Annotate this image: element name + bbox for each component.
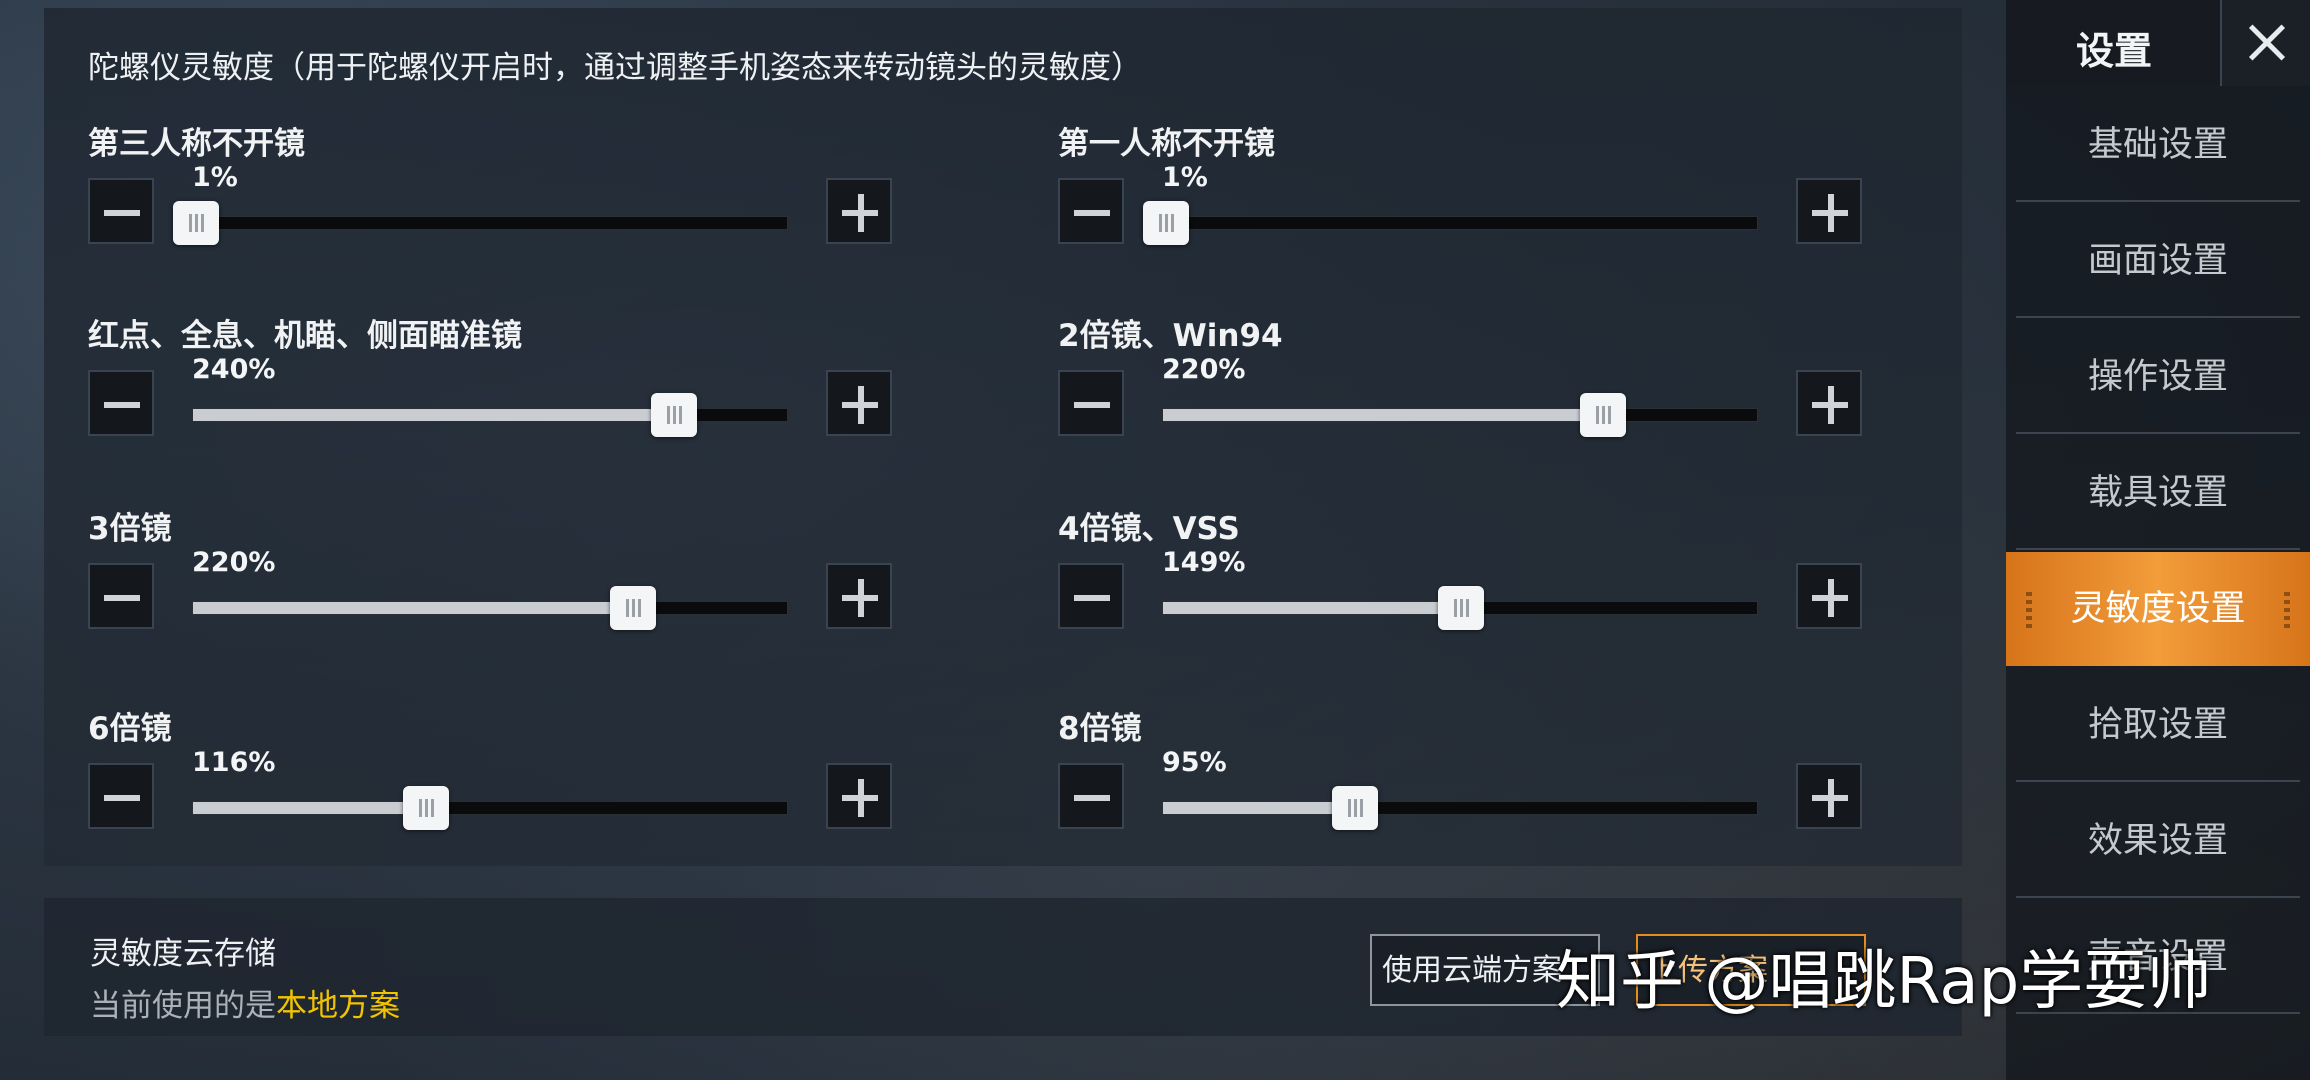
- slider-track[interactable]: [192, 393, 788, 437]
- slider-track[interactable]: [1162, 786, 1758, 830]
- slider-track[interactable]: [1162, 393, 1758, 437]
- decrease-button[interactable]: [1058, 178, 1124, 244]
- slider-track[interactable]: [172, 201, 788, 245]
- decrease-button[interactable]: [1058, 370, 1124, 436]
- slider-track[interactable]: [1142, 201, 1758, 245]
- increase-button[interactable]: [1796, 178, 1862, 244]
- slider-row: 6倍镜 116%: [88, 703, 948, 863]
- sidebar-item-basic[interactable]: 基础设置: [2016, 88, 2300, 202]
- sidebar-item-controls[interactable]: 操作设置: [2016, 320, 2300, 434]
- decrease-button[interactable]: [1058, 763, 1124, 829]
- slider-value: 95%: [1162, 747, 1227, 778]
- sidebar-title: 设置: [2076, 29, 2153, 73]
- close-icon[interactable]: [2220, 0, 2310, 86]
- sidebar-item-vehicle[interactable]: 载具设置: [2016, 436, 2300, 550]
- sidebar-header: 设置: [2006, 0, 2310, 86]
- slider-track[interactable]: [192, 586, 788, 630]
- increase-button[interactable]: [826, 178, 892, 244]
- slider-thumb[interactable]: [1438, 586, 1484, 630]
- current-plan: 本地方案: [276, 988, 400, 1024]
- slider-label: 第一人称不开镜: [1058, 126, 1275, 162]
- increase-button[interactable]: [826, 563, 892, 629]
- slider-thumb[interactable]: [1579, 393, 1626, 437]
- increase-button[interactable]: [1796, 370, 1862, 436]
- slider-fill: [1163, 602, 1461, 614]
- slider-thumb[interactable]: [1142, 201, 1189, 245]
- slider-fill: [193, 409, 674, 421]
- slider-fill: [1163, 409, 1603, 421]
- decrease-button[interactable]: [88, 763, 154, 829]
- cloud-status: 当前使用的是本地方案: [90, 980, 400, 1025]
- slider-label: 2倍镜、Win94: [1058, 318, 1283, 354]
- cloud-status-prefix: 当前使用的是: [90, 988, 276, 1024]
- slider-row: 8倍镜 95%: [1058, 703, 1918, 863]
- panel-title: 陀螺仪灵敏度（用于陀螺仪开启时，通过调整手机姿态来转动镜头的灵敏度）: [88, 50, 1142, 86]
- slider-fill: [1163, 802, 1355, 814]
- slider-row: 第三人称不开镜 1%: [88, 118, 948, 278]
- sidebar-item-graphics[interactable]: 画面设置: [2016, 204, 2300, 318]
- slider-track[interactable]: [192, 786, 788, 830]
- slider-label: 8倍镜: [1058, 711, 1142, 747]
- sidebar-item-effects[interactable]: 效果设置: [2016, 784, 2300, 898]
- slider-value: 116%: [192, 747, 276, 778]
- slider-label: 4倍镜、VSS: [1058, 511, 1240, 547]
- decrease-button[interactable]: [88, 178, 154, 244]
- increase-button[interactable]: [1796, 763, 1862, 829]
- slider-row: 第一人称不开镜 1%: [1058, 118, 1918, 278]
- decrease-button[interactable]: [88, 563, 154, 629]
- slider-track[interactable]: [1162, 586, 1758, 630]
- watermark: 知乎 @唱跳Rap学耍帅: [1556, 945, 2212, 1019]
- sidebar-item-pickup[interactable]: 拾取设置: [2016, 668, 2300, 782]
- slider-label: 第三人称不开镜: [88, 126, 305, 162]
- settings-sidebar: 设置 基础设置 画面设置 操作设置 载具设置 灵敏度设置 拾取设置 效果设置 声…: [2006, 0, 2310, 1080]
- slider-value: 240%: [192, 354, 276, 385]
- slider-row: 4倍镜、VSS 149%: [1058, 503, 1918, 663]
- slider-value: 220%: [1162, 354, 1246, 385]
- slider-thumb[interactable]: [650, 393, 697, 437]
- gyro-sensitivity-panel: 陀螺仪灵敏度（用于陀螺仪开启时，通过调整手机姿态来转动镜头的灵敏度） 第三人称不…: [44, 8, 1962, 866]
- slider-value: 1%: [192, 162, 238, 193]
- slider-fill: [193, 802, 427, 814]
- decrease-button[interactable]: [88, 370, 154, 436]
- slider-thumb[interactable]: [403, 786, 450, 830]
- slider-thumb[interactable]: [1331, 786, 1378, 830]
- increase-button[interactable]: [826, 370, 892, 436]
- slider-thumb[interactable]: [609, 586, 656, 630]
- slider-label: 3倍镜: [88, 511, 172, 547]
- slider-label: 6倍镜: [88, 711, 172, 747]
- slider-value: 1%: [1162, 162, 1208, 193]
- slider-row: 2倍镜、Win94 220%: [1058, 310, 1918, 470]
- slider-thumb[interactable]: [172, 201, 219, 245]
- cloud-title: 灵敏度云存储: [90, 936, 276, 972]
- slider-value: 220%: [192, 547, 276, 578]
- slider-fill: [193, 602, 633, 614]
- sidebar-item-sensitivity[interactable]: 灵敏度设置: [2006, 552, 2310, 666]
- decrease-button[interactable]: [1058, 563, 1124, 629]
- slider-value: 149%: [1162, 547, 1246, 578]
- slider-row: 红点、全息、机瞄、侧面瞄准镜 240%: [88, 310, 948, 470]
- slider-label: 红点、全息、机瞄、侧面瞄准镜: [88, 318, 522, 354]
- increase-button[interactable]: [1796, 563, 1862, 629]
- slider-row: 3倍镜 220%: [88, 503, 948, 663]
- increase-button[interactable]: [826, 763, 892, 829]
